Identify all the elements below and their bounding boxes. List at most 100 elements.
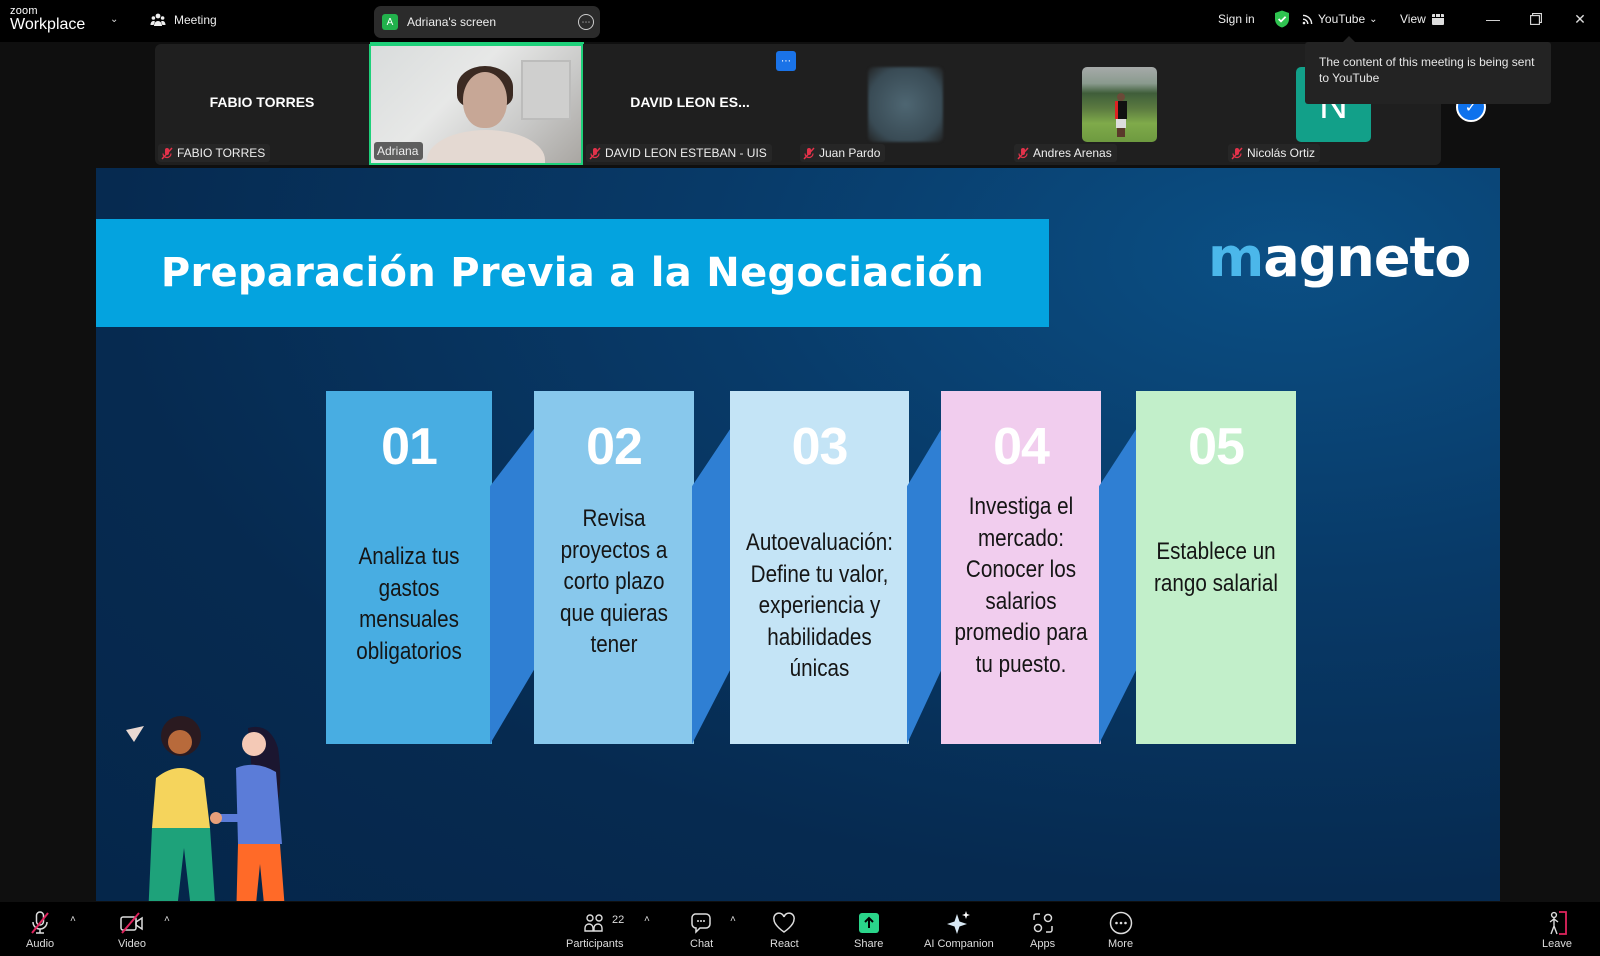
zoom-meeting-window: zoom Workplace ⌄ Meeting A Adriana's scr… xyxy=(0,0,1600,956)
background-frame xyxy=(521,60,571,120)
participants-label: Participants xyxy=(566,938,624,950)
grid-view-icon xyxy=(1431,13,1444,25)
video-label: Video xyxy=(118,938,146,950)
view-button[interactable]: View xyxy=(1400,0,1444,38)
livestream-tooltip: The content of this meeting is being sen… xyxy=(1305,36,1551,104)
mic-muted-icon xyxy=(589,146,601,160)
connector-ribbon xyxy=(1099,426,1138,744)
mic-muted-icon xyxy=(31,911,49,934)
step-number: 03 xyxy=(791,418,849,476)
participant-name-label: Andres Arenas xyxy=(1014,144,1117,162)
connector-ribbon xyxy=(692,426,732,744)
ai-companion-button[interactable]: AI Companion xyxy=(924,910,994,950)
chat-label: Chat xyxy=(690,938,714,950)
screen-share-label: Adriana's screen xyxy=(407,15,497,29)
step-number: 04 xyxy=(993,418,1050,476)
more-button[interactable]: More xyxy=(1108,910,1133,950)
livestream-label: YouTube xyxy=(1318,12,1366,26)
apps-button[interactable]: Apps xyxy=(1030,910,1055,950)
video-button[interactable]: Video xyxy=(118,910,146,950)
participant-name: DAVID LEON ESTEBAN - UIS xyxy=(605,146,767,160)
video-person-face xyxy=(463,72,507,128)
participant-name: Juan Pardo xyxy=(819,146,881,160)
apps-icon xyxy=(1032,913,1053,933)
screen-share-selector[interactable]: A Adriana's screen ⋯ xyxy=(374,6,600,38)
react-button[interactable]: React xyxy=(770,910,799,950)
livestream-status-button[interactable]: YouTube ⌄ xyxy=(1302,0,1378,38)
participant-avatar-photo xyxy=(1082,67,1157,142)
participant-name: FABIO TORRES xyxy=(177,146,266,160)
audio-button[interactable]: Audio xyxy=(26,910,54,950)
audio-label: Audio xyxy=(26,938,55,950)
participants-options-caret[interactable]: ˄ xyxy=(644,914,650,925)
step-number: 02 xyxy=(586,418,643,476)
participant-tile[interactable]: DAVID LEON ES... DAVID LEON ESTEBAN - UI… xyxy=(583,44,797,165)
video-person-shoulders xyxy=(427,130,545,163)
participant-name-label: Adriana xyxy=(374,142,424,160)
participant-display-name: FABIO TORRES xyxy=(209,94,315,110)
leave-button[interactable]: Leave xyxy=(1542,910,1572,950)
minimize-button[interactable]: — xyxy=(1473,0,1513,38)
participant-gallery-strip: FABIO TORRES FABIO TORRES Adriana DAVID … xyxy=(155,44,1441,165)
mic-muted-icon xyxy=(161,146,173,160)
chat-button[interactable]: Chat xyxy=(690,910,713,950)
step-card: 01 Analiza tus gastos mensuales obligator… xyxy=(326,391,492,744)
heart-icon xyxy=(773,912,796,933)
restore-button[interactable] xyxy=(1516,0,1556,38)
participant-tile[interactable]: FABIO TORRES FABIO TORRES xyxy=(155,44,369,165)
participant-tile-active-speaker[interactable]: Adriana xyxy=(369,44,583,165)
leave-door-icon xyxy=(1549,911,1567,935)
more-options-icon[interactable]: ⋯ xyxy=(578,14,594,30)
tile-more-options-button[interactable]: ⋯ xyxy=(776,51,796,71)
handshake-illustration xyxy=(126,716,285,901)
meeting-info-button[interactable]: Meeting xyxy=(150,12,217,28)
video-off-icon xyxy=(120,912,143,934)
triangle-decoration xyxy=(126,726,144,742)
connector-ribbon xyxy=(907,426,943,744)
chevron-down-icon[interactable]: ⌄ xyxy=(110,14,118,25)
audio-options-caret[interactable]: ˄ xyxy=(70,914,76,925)
sparkle-icon xyxy=(946,911,970,934)
sign-in-link[interactable]: Sign in xyxy=(1218,0,1255,38)
participant-tile[interactable]: Andres Arenas xyxy=(1011,44,1225,165)
sharer-initial-badge: A xyxy=(382,14,398,30)
chat-options-caret[interactable]: ˄ xyxy=(730,914,736,925)
react-label: React xyxy=(770,938,799,950)
participant-name-label: DAVID LEON ESTEBAN - UIS xyxy=(586,144,772,162)
leave-label: Leave xyxy=(1542,938,1572,950)
video-options-caret[interactable]: ˄ xyxy=(164,914,170,925)
participant-avatar xyxy=(868,67,943,142)
step-card: 03 Autoevaluación: Define tu valor, exper… xyxy=(730,391,909,744)
view-label: View xyxy=(1400,12,1426,26)
apps-label: Apps xyxy=(1030,938,1056,950)
participant-name-label: Juan Pardo xyxy=(800,144,886,162)
step-text: Revisa proyectos a corto plazo que quier… xyxy=(560,505,668,658)
step-card: 05 Establece un rango salarial xyxy=(1136,391,1296,744)
encryption-shield-icon[interactable] xyxy=(1274,0,1290,38)
close-button[interactable]: ✕ xyxy=(1560,0,1600,38)
photo-person xyxy=(1115,93,1127,137)
participant-name: Nicolás Ortiz xyxy=(1247,146,1316,160)
mic-muted-icon xyxy=(1017,146,1029,160)
step-number: 05 xyxy=(1188,418,1245,476)
step-card: 04 Investiga el mercado: Conocer los sala… xyxy=(941,391,1101,744)
participant-name-label: FABIO TORRES xyxy=(158,144,271,162)
meeting-label: Meeting xyxy=(174,13,217,27)
participant-tile[interactable]: Juan Pardo xyxy=(797,44,1011,165)
step-text: Establece un rango salarial xyxy=(1154,538,1278,597)
title-bar: zoom Workplace ⌄ Meeting A Adriana's scr… xyxy=(0,0,1600,44)
participants-count: 22 xyxy=(612,914,625,926)
participant-name-label: Nicolás Ortiz xyxy=(1228,144,1321,162)
more-icon xyxy=(1109,911,1132,935)
participants-icon xyxy=(584,914,603,932)
step-card: 02 Revisa proyectos a corto plazo que qui… xyxy=(534,391,694,744)
meeting-controls-toolbar: Audio ˄ Video ˄ Participants 22 ˄ Chat ˄… xyxy=(0,902,1600,956)
mic-muted-icon xyxy=(803,146,815,160)
zoom-workplace-logo[interactable]: zoom Workplace xyxy=(10,6,85,33)
participant-name: Adriana xyxy=(377,144,419,158)
restore-icon xyxy=(1530,13,1542,25)
chat-icon xyxy=(690,913,711,934)
ai-companion-label: AI Companion xyxy=(924,938,994,950)
share-button[interactable]: Share xyxy=(854,910,883,950)
participant-display-name: DAVID LEON ES... xyxy=(630,94,750,110)
